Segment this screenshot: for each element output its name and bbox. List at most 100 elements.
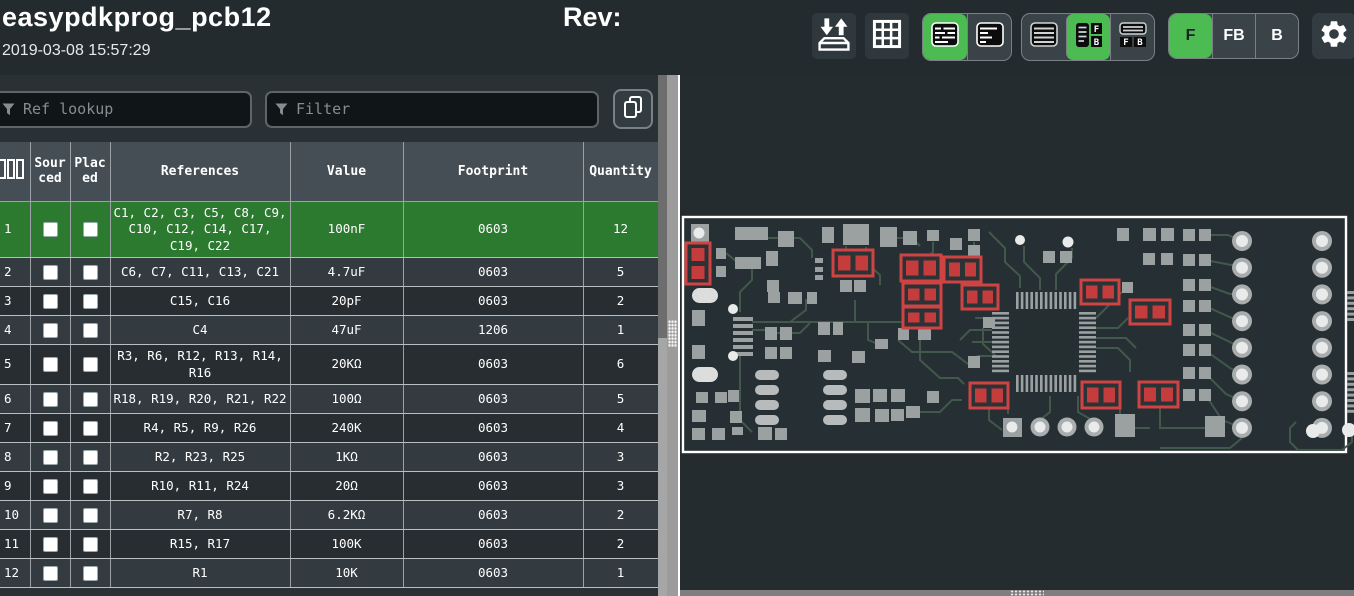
pcb-front-canvas[interactable] — [680, 75, 1354, 590]
checkbox-cell — [29, 558, 71, 588]
references-column-header[interactable]: References — [109, 142, 291, 202]
bom-row[interactable]: 10 R7, R8 6.2KΩ 0603 2 — [0, 500, 658, 530]
bom-scrollbar-thumb[interactable] — [658, 75, 667, 338]
checkbox-cell — [29, 413, 71, 443]
vertical-splitter-handle[interactable] — [668, 320, 677, 347]
checkbox-cell — [29, 315, 71, 345]
sourced-checkbox[interactable] — [42, 565, 58, 581]
copy-bom-button[interactable] — [613, 89, 653, 129]
quantity-column-header[interactable]: Quantity — [582, 142, 658, 202]
sourced-checkbox[interactable] — [42, 391, 58, 407]
row-number: 1 — [0, 200, 31, 258]
row-number: 5 — [0, 344, 31, 385]
back-layer-button[interactable]: B — [1255, 14, 1298, 58]
quantity-cell: 1 — [582, 558, 658, 588]
references-cell: C6, C7, C11, C13, C21 — [109, 257, 291, 287]
stats-button[interactable] — [865, 13, 909, 59]
sourced-checkbox[interactable] — [42, 293, 58, 309]
sourced-checkbox[interactable] — [42, 264, 58, 280]
top-bottom-icon: F B — [1118, 21, 1148, 54]
bom-panel: Sourced Placed References Value Footprin… — [0, 75, 658, 596]
sourced-checkbox[interactable] — [42, 507, 58, 523]
placed-checkbox[interactable] — [82, 449, 98, 465]
search-row — [0, 75, 658, 129]
value-cell: 4.7uF — [289, 257, 404, 287]
bom-row[interactable]: 11 R15, R17 100K 0603 2 — [0, 529, 658, 559]
bom-table: Sourced Placed References Value Footprin… — [0, 142, 658, 588]
left-right-icon: F B — [1074, 21, 1104, 54]
layout-top-bottom-button[interactable]: F B — [1110, 14, 1154, 60]
bom-row[interactable]: 7 R4, R5, R9, R26 240K 0603 4 — [0, 413, 658, 443]
checkbox-cell — [69, 471, 111, 501]
quantity-cell: 12 — [582, 200, 658, 258]
bom-row[interactable]: 1 C1, C2, C3, C5, C8, C9, C10, C12, C14, … — [0, 200, 658, 258]
pcb-canvas-panel[interactable] — [678, 75, 1354, 596]
references-cell: C4 — [109, 315, 291, 345]
placed-checkbox[interactable] — [82, 322, 98, 338]
bom-row[interactable]: 5 R3, R6, R12, R13, R14, R16 20KΩ 0603 6 — [0, 344, 658, 385]
placed-checkbox[interactable] — [82, 420, 98, 436]
save-load-settings-button[interactable] — [812, 13, 856, 59]
sourced-checkbox[interactable] — [42, 222, 58, 237]
layout-bom-only-button[interactable] — [1022, 14, 1066, 60]
quantity-cell: 3 — [582, 471, 658, 501]
sourced-checkbox[interactable] — [42, 478, 58, 494]
placed-checkbox[interactable] — [82, 536, 98, 552]
references-cell: R10, R11, R24 — [109, 471, 291, 501]
bom-row[interactable]: 12 R1 10K 0603 1 — [0, 558, 658, 588]
front-layer-button[interactable]: F — [1169, 14, 1212, 58]
footprint-cell: 0603 — [402, 442, 584, 472]
bom-row[interactable]: 8 R2, R23, R25 1KΩ 0603 3 — [0, 442, 658, 472]
file-date: 2019-03-08 15:57:29 — [2, 42, 151, 59]
bom-row[interactable]: 3 C15, C16 20pF 0603 2 — [0, 286, 658, 316]
settings-button[interactable] — [1312, 13, 1354, 59]
value-cell: 1KΩ — [289, 442, 404, 472]
bom-scrollbar[interactable] — [658, 75, 667, 596]
bom-row[interactable]: 6 R18, R19, R20, R21, R22 100Ω 0603 5 — [0, 384, 658, 414]
filter-input[interactable] — [265, 90, 599, 128]
column-settings-header[interactable] — [0, 142, 31, 202]
placed-checkbox[interactable] — [82, 222, 98, 237]
sourced-checkbox[interactable] — [42, 420, 58, 436]
bom-row[interactable]: 2 C6, C7, C11, C13, C21 4.7uF 0603 5 — [0, 257, 658, 287]
sourced-checkbox[interactable] — [42, 357, 58, 373]
bom-row[interactable]: 4 C4 47uF 1206 1 — [0, 315, 658, 345]
placed-checkbox[interactable] — [82, 565, 98, 581]
checkbox-cell — [69, 413, 111, 443]
ref-lookup-input[interactable] — [0, 90, 252, 128]
horizontal-splitter-handle[interactable] — [1010, 590, 1044, 596]
row-number: 10 — [0, 500, 31, 530]
toolbar: F B F B F FB B — [812, 13, 1354, 61]
bom-grouped-icon — [930, 21, 960, 53]
sourced-column-header[interactable]: Sourced — [29, 142, 71, 202]
placed-checkbox[interactable] — [82, 264, 98, 280]
quantity-cell: 5 — [582, 257, 658, 287]
quantity-cell: 1 — [582, 315, 658, 345]
bom-grouped-button[interactable] — [923, 14, 967, 60]
value-column-header[interactable]: Value — [289, 142, 404, 202]
sourced-checkbox[interactable] — [42, 536, 58, 552]
bom-ungrouped-icon — [975, 21, 1005, 53]
svg-text:F: F — [1123, 38, 1128, 48]
io-icon — [817, 16, 851, 57]
placed-checkbox[interactable] — [82, 293, 98, 309]
placed-checkbox[interactable] — [82, 357, 98, 373]
bom-ungrouped-button[interactable] — [967, 14, 1011, 60]
sourced-checkbox[interactable] — [42, 449, 58, 465]
references-cell: R1 — [109, 558, 291, 588]
bom-row[interactable]: 9 R10, R11, R24 20Ω 0603 3 — [0, 471, 658, 501]
front-back-layer-button[interactable]: FB — [1212, 14, 1255, 58]
footprint-column-header[interactable]: Footprint — [402, 142, 584, 202]
horizontal-splitter[interactable] — [680, 590, 1354, 596]
vertical-splitter[interactable] — [667, 75, 678, 596]
bom-only-icon — [1029, 21, 1059, 53]
sourced-checkbox[interactable] — [42, 322, 58, 338]
footprint-cell: 0603 — [402, 413, 584, 443]
layout-left-right-button[interactable]: F B — [1066, 14, 1110, 60]
placed-checkbox[interactable] — [82, 478, 98, 494]
revision-label: Rev: — [563, 2, 622, 32]
placed-checkbox[interactable] — [82, 391, 98, 407]
placed-checkbox[interactable] — [82, 507, 98, 523]
column-settings-icon — [0, 159, 25, 183]
placed-column-header[interactable]: Placed — [69, 142, 111, 202]
